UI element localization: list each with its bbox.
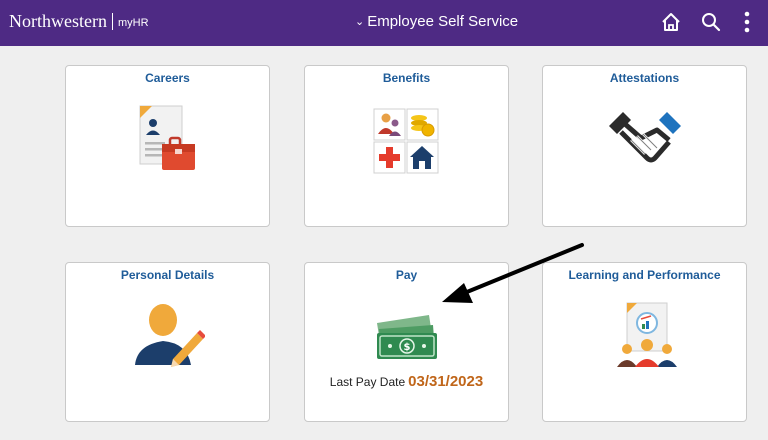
annotation-arrow [442,243,584,303]
